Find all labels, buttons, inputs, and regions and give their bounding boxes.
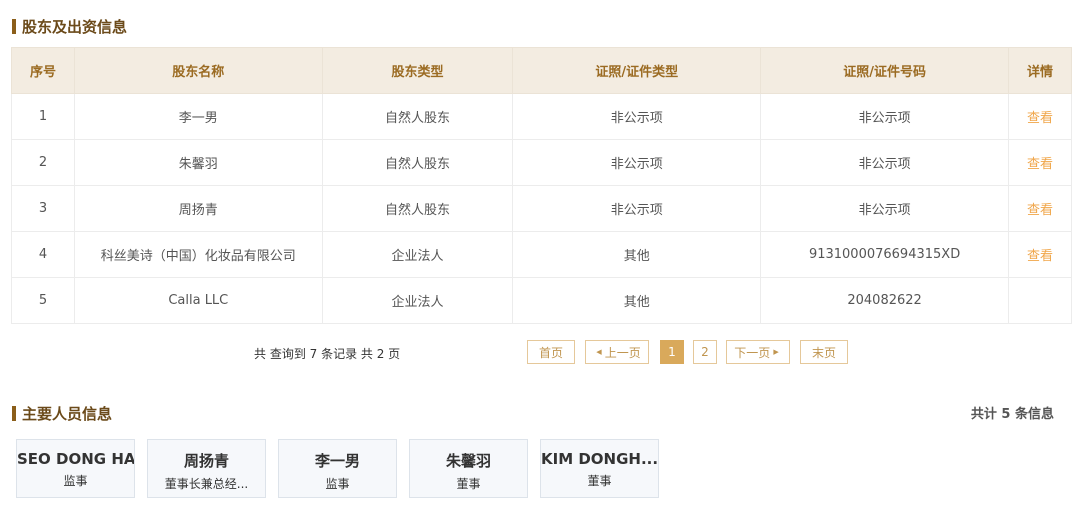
shareholder-title-text: 股东及出资信息 xyxy=(22,17,128,36)
cell-id-type: 其他 xyxy=(512,277,762,324)
col-header-detail: 详情 xyxy=(1008,47,1072,94)
col-header-id-no: 证照/证件号码 xyxy=(760,47,1010,94)
cell-detail: 查看 xyxy=(1008,231,1072,278)
cell-name: 朱馨羽 xyxy=(73,139,323,186)
person-card[interactable]: 朱馨羽 董事 xyxy=(409,439,528,498)
person-name: 周扬青 xyxy=(183,452,229,470)
cell-id-no: 非公示项 xyxy=(760,139,1010,186)
cell-type: 企业法人 xyxy=(321,231,514,278)
person-role: 董事 xyxy=(587,474,612,488)
shareholder-table: 序号 股东名称 股东类型 证照/证件类型 证照/证件号码 详情 1 李一男 自然… xyxy=(11,47,1072,324)
cell-name: 科丝美诗（中国）化妆品有限公司 xyxy=(73,231,323,278)
cell-id-type: 非公示项 xyxy=(512,139,762,186)
triangle-right-icon: ▶ xyxy=(773,348,779,356)
person-name: KIM DONGH... xyxy=(541,450,658,468)
view-detail-link[interactable]: 查看 xyxy=(1027,203,1053,218)
last-page-label: 末页 xyxy=(811,345,836,360)
cell-no: 4 xyxy=(11,231,75,278)
cell-detail: 查看 xyxy=(1008,93,1072,140)
cell-type: 自然人股东 xyxy=(321,93,514,140)
col-header-name: 股东名称 xyxy=(73,47,323,94)
cell-id-type: 非公示项 xyxy=(512,185,762,232)
page-1-label: 1 xyxy=(668,345,676,359)
person-role: 监事 xyxy=(63,474,88,488)
prev-page-label: 上一页 xyxy=(604,345,641,360)
first-page-label: 首页 xyxy=(538,345,563,360)
cell-id-type: 非公示项 xyxy=(512,93,762,140)
personnel-title-text: 主要人员信息 xyxy=(22,404,113,423)
person-name: SEO DONG HA xyxy=(17,450,134,468)
person-role: 监事 xyxy=(325,477,350,491)
table-row: 5 Calla LLC 企业法人 其他 204082622 xyxy=(11,277,1072,324)
prev-page-button[interactable]: ◀ 上一页 xyxy=(585,340,649,364)
person-role: 董事 xyxy=(456,477,481,491)
pagination-summary: 共 查询到 7 条记录 共 2 页 xyxy=(254,347,401,361)
cell-id-no: 非公示项 xyxy=(760,93,1010,140)
shareholder-section-title: 股东及出资信息 xyxy=(12,16,127,36)
person-role: 董事长兼总经... xyxy=(164,477,249,491)
next-page-label: 下一页 xyxy=(734,345,771,360)
cell-no: 1 xyxy=(11,93,75,140)
view-detail-link[interactable]: 查看 xyxy=(1027,111,1053,126)
cell-type: 企业法人 xyxy=(321,277,514,324)
cell-type: 自然人股东 xyxy=(321,139,514,186)
person-card[interactable]: SEO DONG HA 监事 xyxy=(16,439,135,498)
cell-id-no: 非公示项 xyxy=(760,185,1010,232)
person-name: 李一男 xyxy=(314,452,360,470)
personnel-total: 共计 5 条信息 xyxy=(970,407,1054,422)
cell-id-no: 204082622 xyxy=(760,277,1010,324)
person-name: 朱馨羽 xyxy=(445,452,491,470)
page-2-button[interactable]: 2 xyxy=(693,340,717,364)
cell-no: 5 xyxy=(11,277,75,324)
next-page-button[interactable]: 下一页 ▶ xyxy=(726,340,790,364)
personnel-section-title: 主要人员信息 xyxy=(12,403,112,423)
cell-no: 3 xyxy=(11,185,75,232)
table-row: 3 周扬青 自然人股东 非公示项 非公示项 查看 xyxy=(11,185,1072,232)
person-card[interactable]: 周扬青 董事长兼总经... xyxy=(147,439,266,498)
person-card[interactable]: 李一男 监事 xyxy=(278,439,397,498)
page-1-button[interactable]: 1 xyxy=(660,340,684,364)
cell-detail xyxy=(1008,277,1072,324)
page-2-label: 2 xyxy=(701,345,709,359)
cell-detail: 查看 xyxy=(1008,139,1072,186)
cell-name: 李一男 xyxy=(73,93,323,140)
view-detail-link[interactable]: 查看 xyxy=(1027,249,1053,264)
cell-name: 周扬青 xyxy=(73,185,323,232)
cell-detail: 查看 xyxy=(1008,185,1072,232)
section-marker xyxy=(12,18,16,34)
table-row: 2 朱馨羽 自然人股东 非公示项 非公示项 查看 xyxy=(11,139,1072,186)
cell-no: 2 xyxy=(11,139,75,186)
person-card[interactable]: KIM DONGH... 董事 xyxy=(540,439,659,498)
cell-name: Calla LLC xyxy=(73,277,323,324)
first-page-button[interactable]: 首页 xyxy=(527,340,575,364)
last-page-button[interactable]: 末页 xyxy=(800,340,848,364)
view-detail-link[interactable]: 查看 xyxy=(1027,157,1053,172)
table-row: 1 李一男 自然人股东 非公示项 非公示项 查看 xyxy=(11,93,1072,140)
triangle-left-icon: ◀ xyxy=(596,348,602,356)
cell-id-no: 9131000076694315XD xyxy=(760,231,1010,278)
col-header-no: 序号 xyxy=(11,47,75,94)
section-marker xyxy=(12,405,16,421)
table-row: 4 科丝美诗（中国）化妆品有限公司 企业法人 其他 91310000766943… xyxy=(11,231,1072,278)
cell-type: 自然人股东 xyxy=(321,185,514,232)
table-header-row: 序号 股东名称 股东类型 证照/证件类型 证照/证件号码 详情 xyxy=(11,47,1072,94)
col-header-type: 股东类型 xyxy=(321,47,514,94)
col-header-id-type: 证照/证件类型 xyxy=(512,47,762,94)
cell-id-type: 其他 xyxy=(512,231,762,278)
